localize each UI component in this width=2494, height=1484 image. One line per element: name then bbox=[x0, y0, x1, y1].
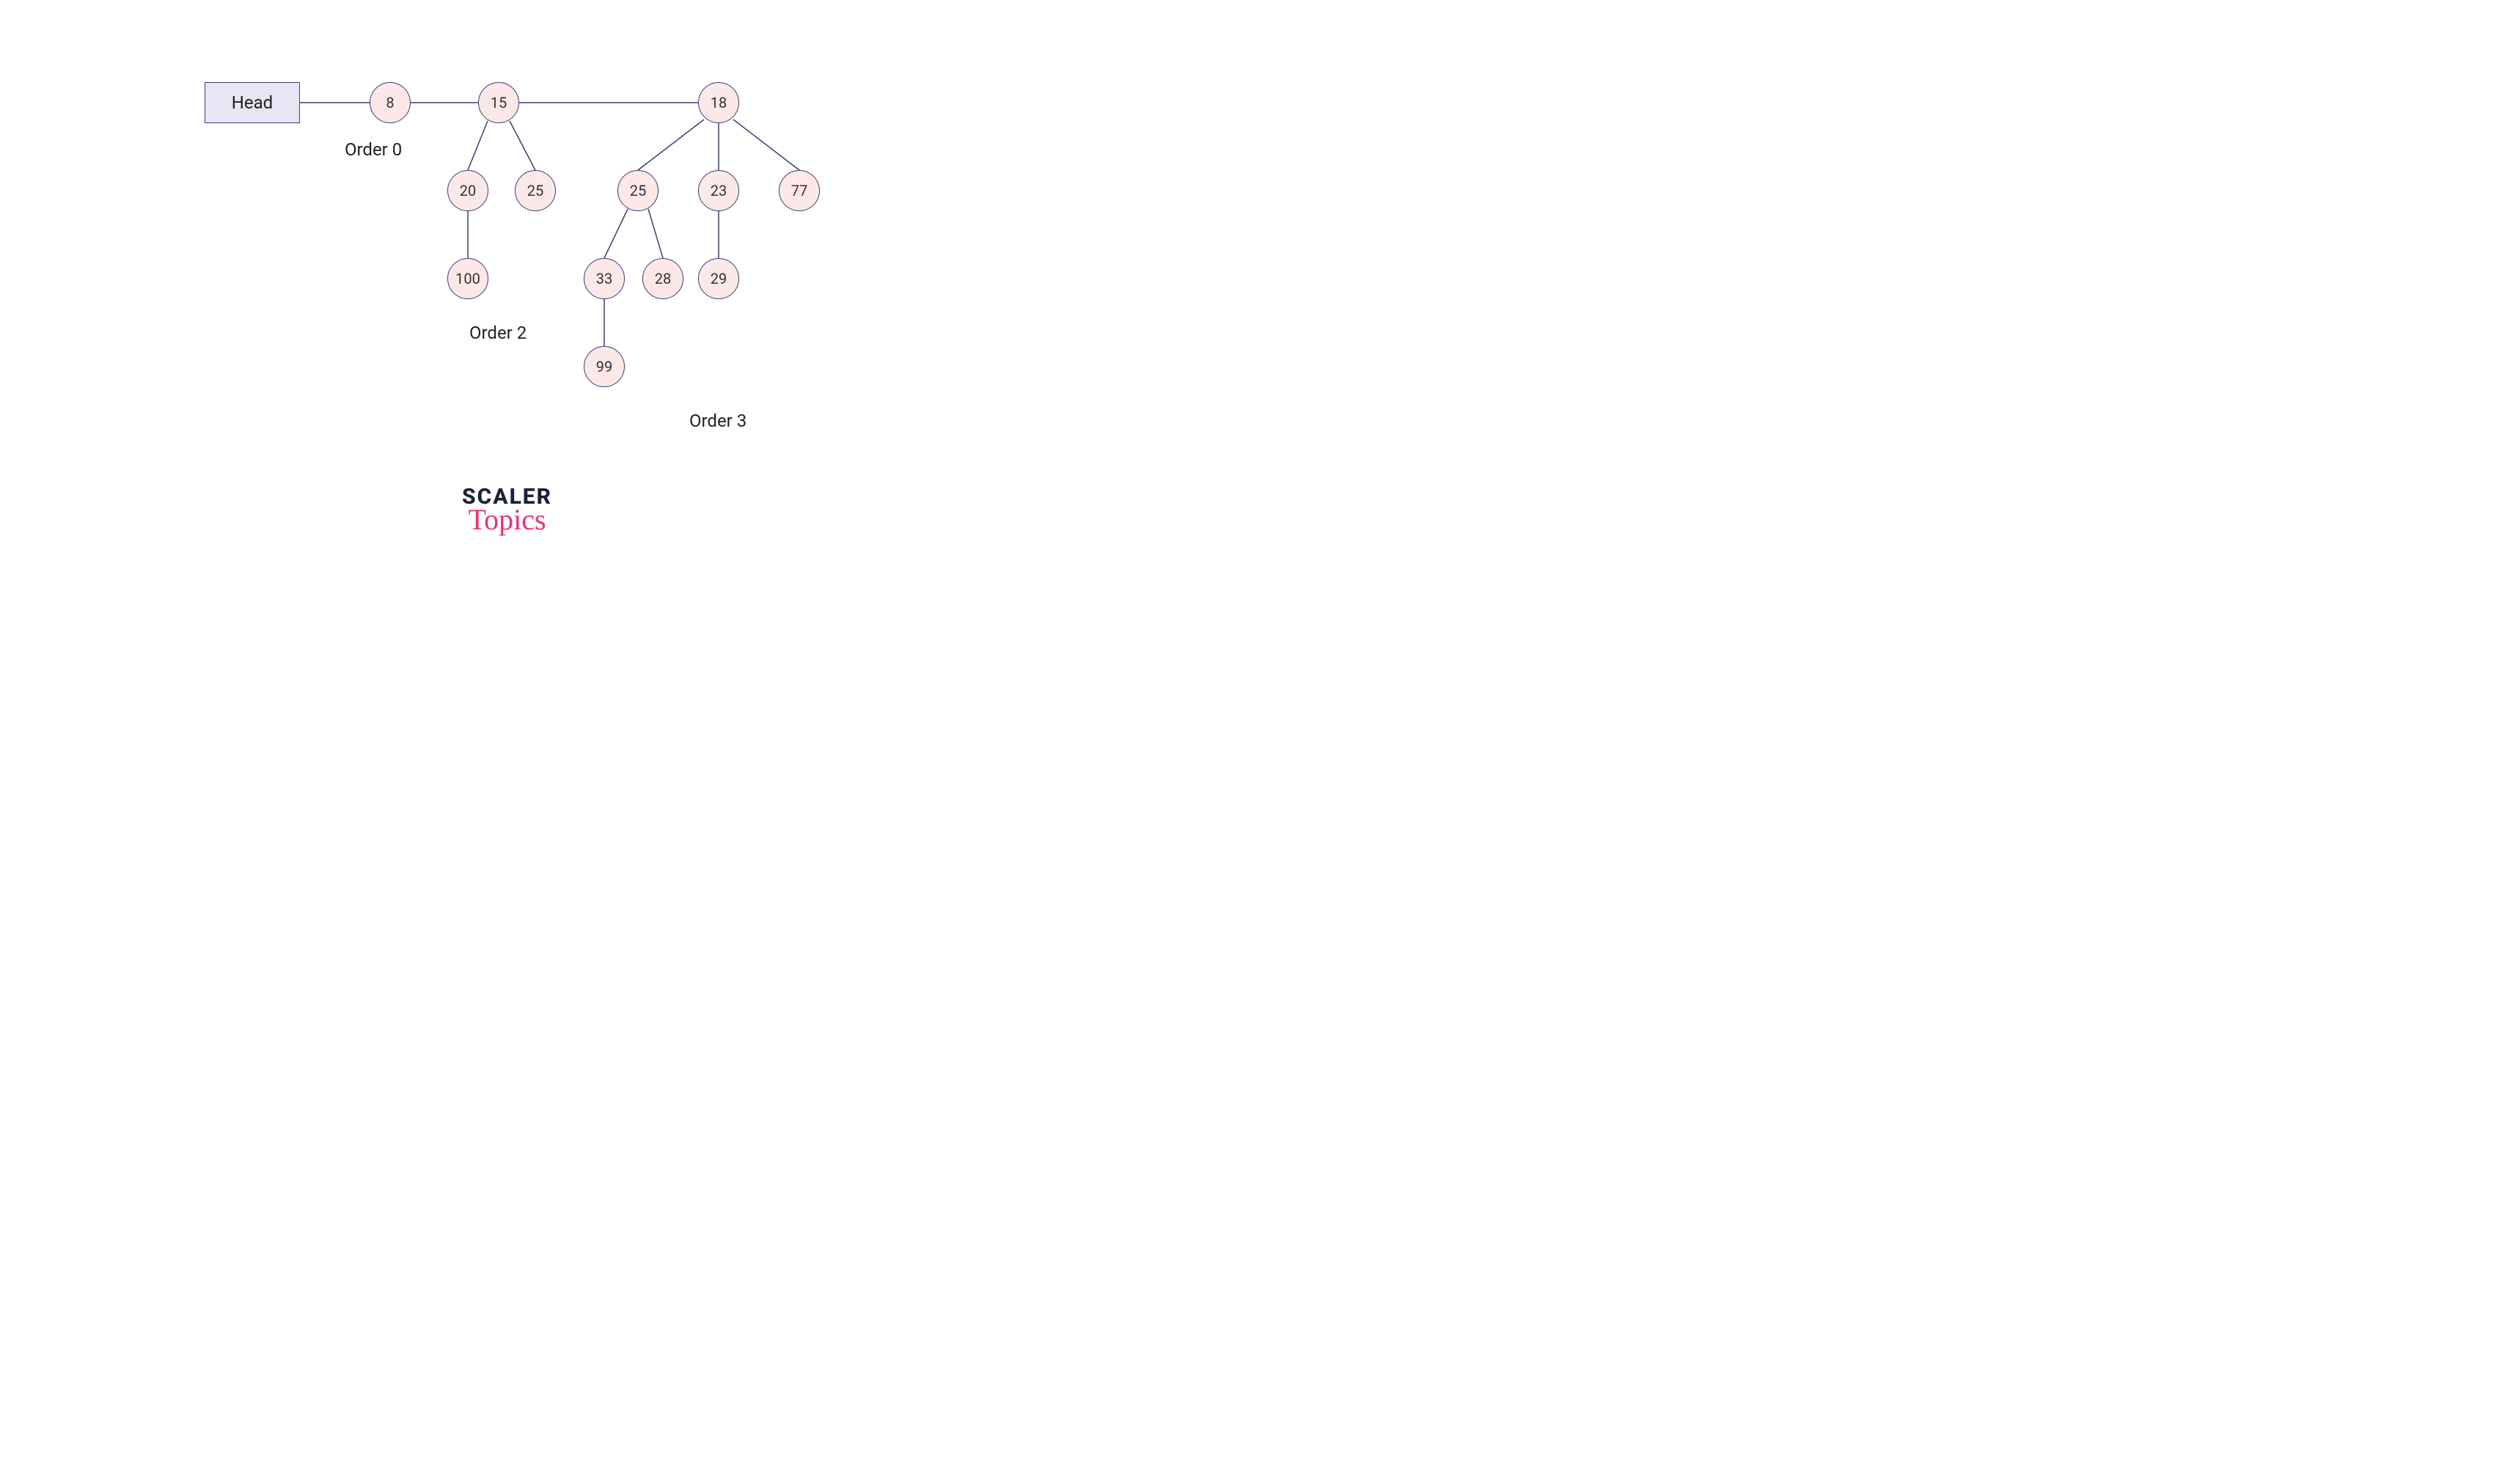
node-33: 33 bbox=[584, 258, 625, 299]
label-order-2: Order 2 bbox=[469, 323, 527, 343]
node-18: 18 bbox=[698, 82, 739, 123]
node-77: 77 bbox=[779, 170, 820, 211]
head-label: Head bbox=[232, 92, 273, 113]
node-29: 29 bbox=[698, 258, 739, 299]
node-25-a: 25 bbox=[515, 170, 556, 211]
label-order-0: Order 0 bbox=[345, 139, 402, 160]
edges-layer bbox=[0, 0, 1073, 638]
node-8: 8 bbox=[370, 82, 411, 123]
node-100: 100 bbox=[447, 258, 488, 299]
node-23: 23 bbox=[698, 170, 739, 211]
node-20: 20 bbox=[447, 170, 488, 211]
node-28: 28 bbox=[642, 258, 683, 299]
node-25-b: 25 bbox=[617, 170, 659, 211]
node-15: 15 bbox=[478, 82, 519, 123]
head-box: Head bbox=[205, 82, 300, 123]
diagram-canvas: Head 8 15 18 20 25 100 25 23 77 33 28 29… bbox=[0, 0, 1073, 638]
node-99: 99 bbox=[584, 346, 625, 387]
logo-topics-text: Topics bbox=[462, 502, 552, 537]
label-order-3: Order 3 bbox=[689, 411, 747, 431]
scaler-topics-logo: SCALER Topics bbox=[462, 484, 552, 537]
